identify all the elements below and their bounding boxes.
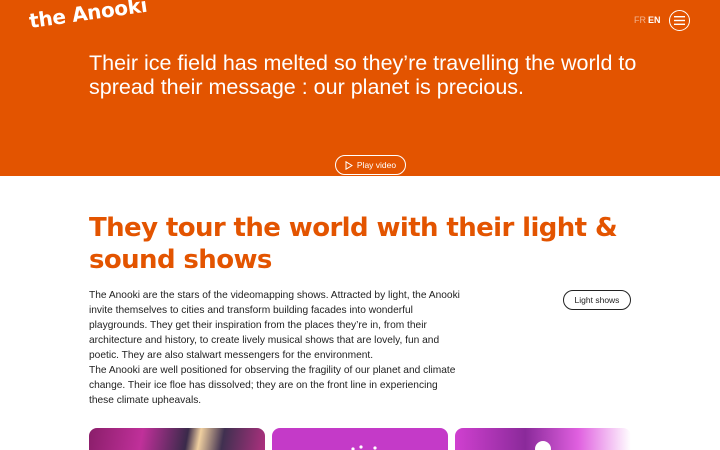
description-paragraph-1: The Anooki are the stars of the videomap… <box>89 290 460 361</box>
description-paragraph-2: The Anooki are well positioned for obser… <box>89 365 456 406</box>
show-card-image[interactable] <box>89 428 265 450</box>
section-description: The Anooki are the stars of the videomap… <box>89 288 461 408</box>
show-card-image[interactable] <box>272 428 448 450</box>
card-decoration <box>351 445 377 450</box>
play-video-button[interactable]: Play video <box>335 155 406 175</box>
hamburger-menu-icon <box>674 16 685 25</box>
section-title: They tour the world with their light & s… <box>89 213 618 275</box>
light-shows-button[interactable]: Light shows <box>563 290 631 310</box>
card-decoration <box>535 441 551 450</box>
show-cards <box>89 428 631 450</box>
play-icon <box>345 160 353 170</box>
hero-banner: the Anooki FR EN Their ice field has mel… <box>0 0 720 176</box>
logo[interactable]: the Anooki <box>28 0 149 33</box>
play-video-label: Play video <box>356 160 397 170</box>
language-en-link[interactable]: EN <box>648 15 661 25</box>
hero-tagline: Their ice field has melted so they’re tr… <box>89 51 637 99</box>
menu-button[interactable] <box>669 10 690 31</box>
language-fr-link[interactable]: FR <box>634 15 646 25</box>
show-card-image[interactable] <box>455 428 631 450</box>
